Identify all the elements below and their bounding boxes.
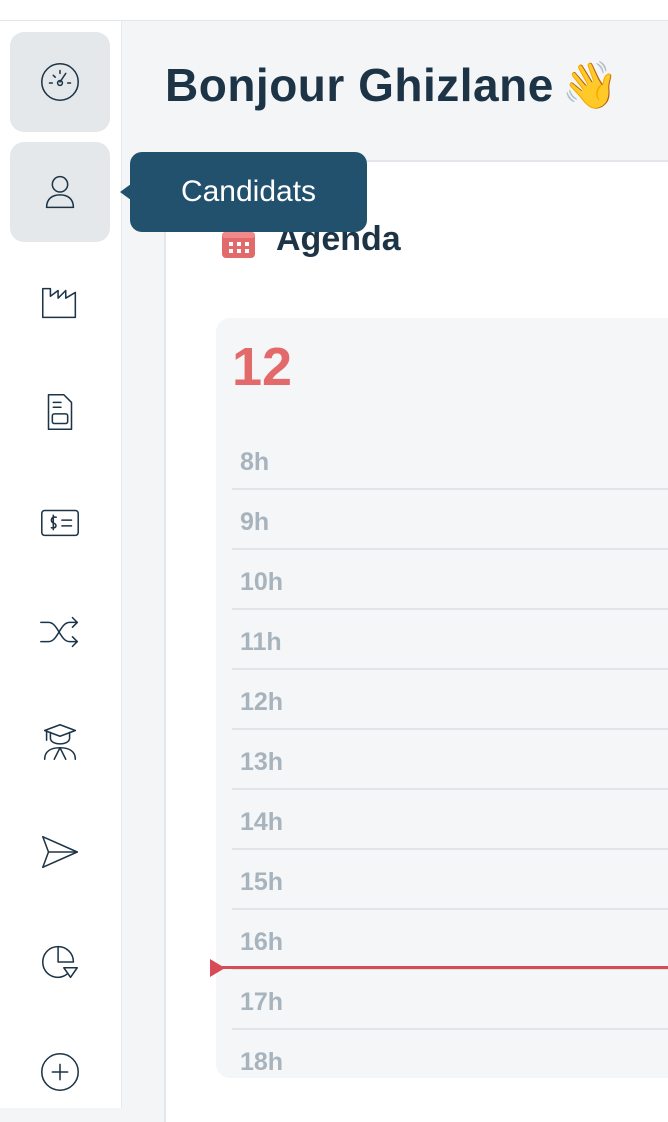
money-card-icon: [41, 509, 79, 537]
sidebar-item-facturation[interactable]: [10, 472, 110, 572]
hour-row[interactable]: 15h: [232, 848, 668, 910]
plus-circle-icon: [41, 1053, 79, 1091]
wave-emoji: 👋: [561, 59, 620, 111]
hour-row[interactable]: 14h: [232, 788, 668, 850]
factory-icon: [41, 287, 77, 319]
hour-label: 12h: [240, 688, 284, 716]
sidebar-nav: [0, 21, 122, 1108]
sidebar-item-formation[interactable]: [10, 692, 110, 792]
hour-row[interactable]: 12h: [232, 668, 668, 730]
graduate-icon: [43, 723, 77, 761]
sidebar-item-matching[interactable]: [10, 582, 110, 682]
hour-label: 13h: [240, 748, 284, 776]
hour-label: 8h: [240, 448, 270, 476]
document-icon: [47, 393, 73, 431]
greeting-text: Bonjour Ghizlane: [165, 59, 554, 111]
hour-label: 18h: [240, 1048, 284, 1076]
page-title: Bonjour Ghizlane 👋: [165, 58, 620, 113]
sidebar-item-entreprises[interactable]: [10, 252, 110, 352]
user-icon: [45, 175, 75, 209]
candidats-tooltip: Candidats: [130, 152, 367, 232]
hour-row[interactable]: 13h: [232, 728, 668, 790]
hour-label: 11h: [240, 628, 282, 656]
hour-row[interactable]: 16h: [232, 908, 668, 970]
gauge-icon: [41, 63, 79, 101]
hour-row[interactable]: 11h: [232, 608, 668, 670]
current-time-line: [222, 966, 668, 969]
pie-chart-icon: [41, 945, 79, 979]
hour-label: 17h: [240, 988, 284, 1016]
sidebar-item-candidats[interactable]: [10, 142, 110, 242]
sidebar-item-envois[interactable]: [10, 802, 110, 902]
hour-row[interactable]: 9h: [232, 488, 668, 550]
day-number: 12: [232, 337, 293, 397]
hour-label: 9h: [240, 508, 270, 536]
hour-row[interactable]: 8h: [232, 428, 668, 490]
shuffle-icon: [40, 616, 79, 648]
hour-label: 15h: [240, 868, 284, 896]
hour-label: 10h: [240, 568, 284, 596]
top-bar: [0, 0, 668, 21]
sidebar-item-statistiques[interactable]: [10, 912, 110, 1012]
sidebar-item-dashboard[interactable]: [10, 32, 110, 132]
sidebar-item-documents[interactable]: [10, 362, 110, 462]
hour-row[interactable]: 10h: [232, 548, 668, 610]
hour-label: 16h: [240, 928, 284, 956]
hour-row[interactable]: 17h: [232, 968, 668, 1030]
sidebar-item-ajouter[interactable]: [10, 1022, 110, 1122]
hour-label: 14h: [240, 808, 284, 836]
hour-row[interactable]: 18h: [232, 1028, 668, 1088]
send-icon: [41, 835, 79, 869]
calendar-icon: [222, 232, 255, 258]
